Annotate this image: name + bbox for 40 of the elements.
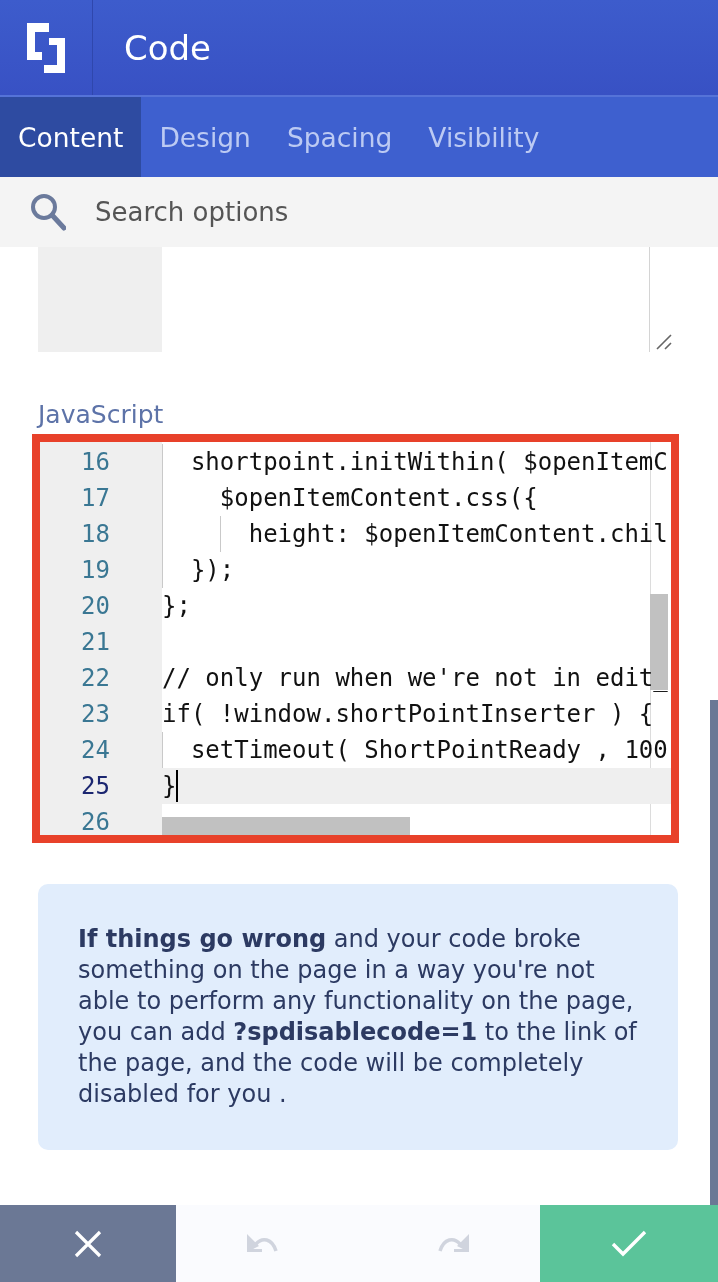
line-number: 26: [81, 808, 110, 835]
tab[interactable]: Content: [0, 97, 142, 177]
code-line: height: $openItemContent.chil: [247, 520, 668, 548]
code-line: });: [189, 556, 235, 584]
line-number: 25: [81, 772, 110, 800]
panel-title: Code: [124, 26, 212, 69]
page-scrollbar[interactable]: [710, 700, 718, 1205]
confirm-button[interactable]: [540, 1205, 718, 1282]
resize-handle-icon[interactable]: [656, 334, 672, 350]
cancel-button[interactable]: [0, 1205, 176, 1282]
line-number: 18: [81, 520, 110, 548]
code-line: // only run when we're not in edit_: [162, 664, 668, 692]
tab[interactable]: Spacing: [268, 97, 411, 177]
code-editor[interactable]: [32, 434, 679, 843]
line-number: 23: [81, 700, 110, 728]
code-line: if( !window.shortPointInserter ) {: [162, 700, 654, 728]
code-line: shortpoint.initWithin( $openItemC: [189, 448, 668, 476]
search-icon: [30, 193, 66, 231]
tab[interactable]: Design: [141, 97, 269, 177]
close-icon: [74, 1229, 102, 1258]
line-number: 20: [81, 592, 110, 620]
search-field[interactable]: Search options: [95, 197, 595, 227]
code-line: };: [162, 592, 191, 620]
line-number: 21: [81, 628, 110, 656]
line-number: 16: [81, 448, 110, 476]
notice-text: If things go wrong and your code broke something on the page in a way you're not able to perform any functionality on the page, you can add ?spdisablecode=1 to the link of the page, and the code will be completely disabled for you .: [78, 924, 639, 1110]
text-cursor: [176, 770, 179, 802]
field-label: JavaScript: [38, 400, 164, 430]
line-number: 19: [81, 556, 110, 584]
line-number: 22: [81, 664, 110, 692]
checkmark-icon: [611, 1229, 647, 1258]
code-line: }: [162, 772, 177, 800]
line-number: 24: [81, 736, 110, 764]
logo-icon: [27, 22, 65, 73]
search-bar[interactable]: Search options: [0, 177, 718, 247]
code-line: $openItemContent.css({: [218, 484, 538, 512]
line-number: 17: [81, 484, 110, 512]
code-line: setTimeout( ShortPointReady , 100: [189, 736, 668, 764]
tab[interactable]: Visibility: [410, 97, 558, 177]
horizontal-scrollbar[interactable]: [162, 817, 410, 835]
